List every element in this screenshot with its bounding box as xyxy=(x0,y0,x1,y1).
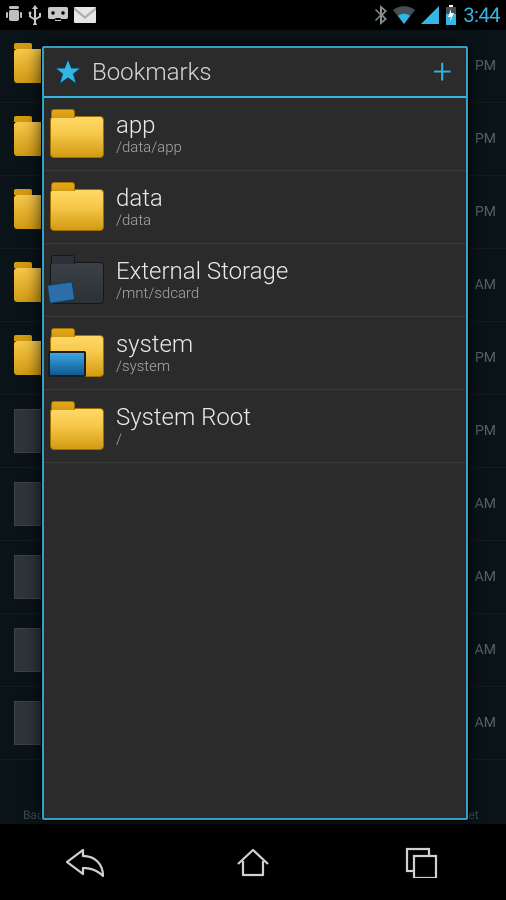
file-time-suffix: PM xyxy=(475,131,496,147)
bookmark-text: app/data/app xyxy=(116,112,182,156)
file-time-suffix: PM xyxy=(475,423,496,439)
nav-back-button[interactable] xyxy=(44,835,124,889)
bookmark-text: data/data xyxy=(116,185,163,229)
file-time-suffix: AM xyxy=(475,277,496,293)
bookmark-path: /system xyxy=(116,357,193,375)
status-clock: 3:44 xyxy=(463,3,500,27)
bookmark-item[interactable]: system/system xyxy=(44,317,466,390)
navigation-bar xyxy=(0,824,506,900)
signal-icon xyxy=(421,6,439,24)
bluetooth-icon xyxy=(375,5,387,25)
sdcard-folder-icon xyxy=(50,258,104,302)
bookmark-name: system xyxy=(116,331,193,357)
file-time-suffix: PM xyxy=(475,58,496,74)
usb-icon xyxy=(28,5,42,25)
bookmark-name: app xyxy=(116,112,182,138)
folder-icon xyxy=(50,404,104,448)
bookmark-item[interactable]: app/data/app xyxy=(44,98,466,171)
nav-home-button[interactable] xyxy=(213,835,293,889)
file-time-suffix: AM xyxy=(475,496,496,512)
bookmark-path: /mnt/sdcard xyxy=(116,284,288,302)
dialog-title: Bookmarks xyxy=(92,58,212,86)
battery-icon xyxy=(445,5,457,25)
bookmark-item[interactable]: data/data xyxy=(44,171,466,244)
status-bar: 3:44 xyxy=(0,0,506,30)
star-icon xyxy=(54,58,82,86)
bookmark-item[interactable]: External Storage/mnt/sdcard xyxy=(44,244,466,317)
android-debug-icon xyxy=(6,6,22,24)
file-time-suffix: AM xyxy=(475,569,496,585)
bookmark-text: External Storage/mnt/sdcard xyxy=(116,258,288,302)
bookmark-text: System Root/ xyxy=(116,404,251,448)
bookmark-list: app/data/app data/data External Storage/mn… xyxy=(44,98,466,463)
dialog-header: Bookmarks + xyxy=(44,48,466,98)
bookmark-path: /data/app xyxy=(116,138,182,156)
gmail-icon xyxy=(74,7,96,23)
folder-icon xyxy=(50,112,104,156)
bookmark-path: / xyxy=(116,430,251,448)
bookmark-item[interactable]: System Root/ xyxy=(44,390,466,463)
bookmarks-dialog: Bookmarks + app/data/app data/data Externa… xyxy=(42,46,468,820)
system-folder-icon xyxy=(50,331,104,375)
wifi-icon xyxy=(393,6,415,24)
bookmark-name: External Storage xyxy=(116,258,288,284)
status-right-icons: 3:44 xyxy=(375,3,500,27)
status-left-icons xyxy=(6,5,96,25)
nav-recent-button[interactable] xyxy=(382,835,462,889)
sms-icon xyxy=(48,7,68,23)
bookmark-name: System Root xyxy=(116,404,251,430)
folder-icon xyxy=(50,185,104,229)
file-time-suffix: AM xyxy=(475,715,496,731)
file-time-suffix: AM xyxy=(475,642,496,658)
bookmark-path: /data xyxy=(116,211,163,229)
file-time-suffix: PM xyxy=(475,350,496,366)
file-time-suffix: PM xyxy=(475,204,496,220)
bookmark-text: system/system xyxy=(116,331,193,375)
bookmark-name: data xyxy=(116,185,163,211)
add-bookmark-button[interactable]: + xyxy=(429,56,456,88)
